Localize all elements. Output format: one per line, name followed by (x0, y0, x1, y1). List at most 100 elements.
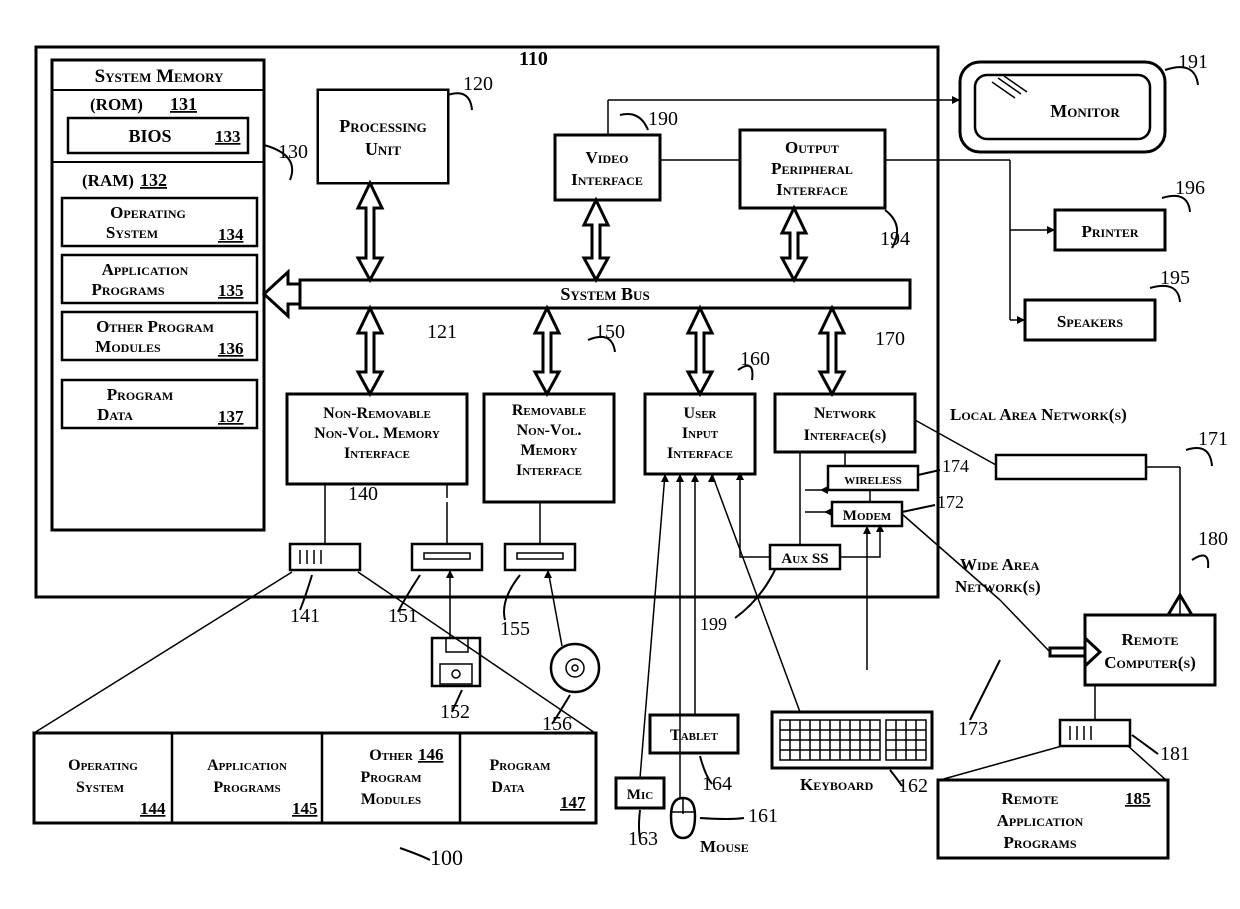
diagram-root: 110 System Memory 130 (ROM) 131 BIOS 133… (0, 0, 1240, 909)
ref-161: 161 (748, 805, 778, 827)
ref-163: 163 (628, 828, 658, 850)
svg-text:Modules: Modules (361, 791, 421, 808)
svg-text:Program: Program (107, 385, 173, 404)
svg-text:Memory: Memory (521, 442, 578, 459)
svg-text:Programs: Programs (91, 280, 164, 299)
arrow-bus-net (820, 308, 844, 394)
cd-drive-icon (505, 544, 575, 570)
ref-130: 130 (278, 141, 308, 163)
ref-150: 150 (595, 321, 625, 343)
ref-162: 162 (898, 775, 928, 797)
ref-185: 185 (1125, 789, 1151, 808)
ref-180: 180 (1198, 528, 1228, 550)
svg-text:Non-Removable: Non-Removable (323, 405, 431, 422)
user-if-lines (640, 474, 800, 798)
callout-190 (620, 114, 648, 130)
ref-181: 181 (1160, 743, 1190, 765)
svg-text:Printer: Printer (1081, 222, 1138, 241)
ref-100: 100 (430, 845, 463, 870)
svg-text:Application: Application (997, 811, 1084, 830)
ref-191: 191 (1178, 51, 1208, 73)
video-if-box (555, 135, 660, 200)
svg-text:Processing: Processing (339, 116, 427, 136)
ref-132: 132 (140, 170, 167, 190)
svg-text:Mouse: Mouse (700, 837, 749, 856)
svg-text:Interface: Interface (344, 445, 410, 462)
os-ram-label2: System (106, 223, 158, 242)
sys-mem-heading: System Memory (95, 66, 224, 87)
ref-133: 133 (215, 127, 241, 146)
ref-147: 147 (560, 793, 586, 812)
arrow-video-bus (584, 200, 608, 280)
svg-text:Interface: Interface (667, 445, 733, 462)
ref-195: 195 (1160, 267, 1190, 289)
svg-text:wireless: wireless (844, 472, 901, 488)
svg-text:Monitor: Monitor (1050, 101, 1120, 121)
arrow-wan-remote (1050, 638, 1100, 666)
ref-174: 174 (942, 456, 969, 476)
ref-196: 196 (1175, 177, 1205, 199)
svg-text:System: System (76, 779, 125, 796)
svg-text:Program: Program (489, 757, 551, 774)
arrow-bus-rnv (535, 308, 559, 394)
ref-155: 155 (500, 618, 530, 640)
lan-label: Local Area Network(s) (950, 405, 1127, 424)
svg-text:Data: Data (97, 405, 133, 424)
svg-text:Modules: Modules (95, 337, 161, 356)
ref-145: 145 (292, 799, 318, 818)
ref-136: 136 (218, 339, 244, 358)
bus-to-memory-arrow (264, 272, 300, 316)
ref-146: 146 (418, 745, 444, 764)
svg-text:Application: Application (207, 757, 287, 774)
ref-121: 121 (427, 321, 457, 343)
svg-text:User: User (684, 405, 718, 422)
ref-120: 120 (463, 73, 493, 95)
svg-text:Data: Data (491, 779, 524, 796)
ref-134: 134 (218, 225, 244, 244)
ref-171: 171 (1198, 428, 1228, 450)
ref-140: 140 (348, 483, 378, 505)
ref-199: 199 (700, 614, 727, 634)
ram-label: (RAM) (82, 171, 134, 190)
ref-135: 135 (218, 281, 244, 300)
bios-label: BIOS (128, 126, 171, 146)
arrow-bus-nrnv (358, 308, 382, 394)
callout-120 (448, 93, 472, 110)
rom-label: (ROM) (90, 95, 143, 114)
svg-text:Peripheral: Peripheral (771, 159, 853, 178)
remote-comp-box (1085, 615, 1215, 685)
svg-text:Operating: Operating (68, 757, 138, 774)
svg-text:Tablet: Tablet (670, 727, 719, 744)
svg-text:Program: Program (360, 769, 422, 786)
svg-text:Programs: Programs (1003, 833, 1076, 852)
arrow-bus-user (688, 308, 712, 394)
system-bus-label: System Bus (560, 284, 649, 304)
ref-173: 173 (958, 718, 988, 740)
wan-label1: Wide Area (960, 555, 1040, 574)
svg-text:Output: Output (785, 138, 839, 157)
wan-label2: Network(s) (955, 577, 1041, 596)
keyboard-icon (772, 712, 932, 768)
svg-text:Interface: Interface (776, 180, 848, 199)
svg-text:Network: Network (814, 405, 877, 422)
svg-text:Other Program: Other Program (96, 317, 214, 336)
svg-text:Keyboard: Keyboard (800, 775, 874, 794)
svg-text:Remote: Remote (1002, 789, 1059, 808)
svg-text:Aux SS: Aux SS (781, 551, 828, 567)
os-ram-label1: Operating (110, 203, 186, 222)
svg-text:Computer(s): Computer(s) (1104, 653, 1196, 672)
ref-131: 131 (170, 94, 197, 114)
arrow-proc-bus (358, 183, 382, 280)
svg-text:Unit: Unit (365, 139, 401, 159)
svg-text:Non-Vol.: Non-Vol. (517, 422, 582, 439)
svg-text:Programs: Programs (213, 779, 280, 796)
svg-text:Application: Application (102, 260, 189, 279)
cd-disk-icon (551, 644, 599, 692)
monitor-icon: Monitor (960, 62, 1165, 152)
ref-170: 170 (875, 328, 905, 350)
ref-137: 137 (218, 407, 244, 426)
ref-110: 110 (519, 48, 548, 70)
svg-text:Interface(s): Interface(s) (804, 427, 887, 444)
ref-160: 160 (740, 348, 770, 370)
svg-text:Mic: Mic (627, 787, 653, 803)
